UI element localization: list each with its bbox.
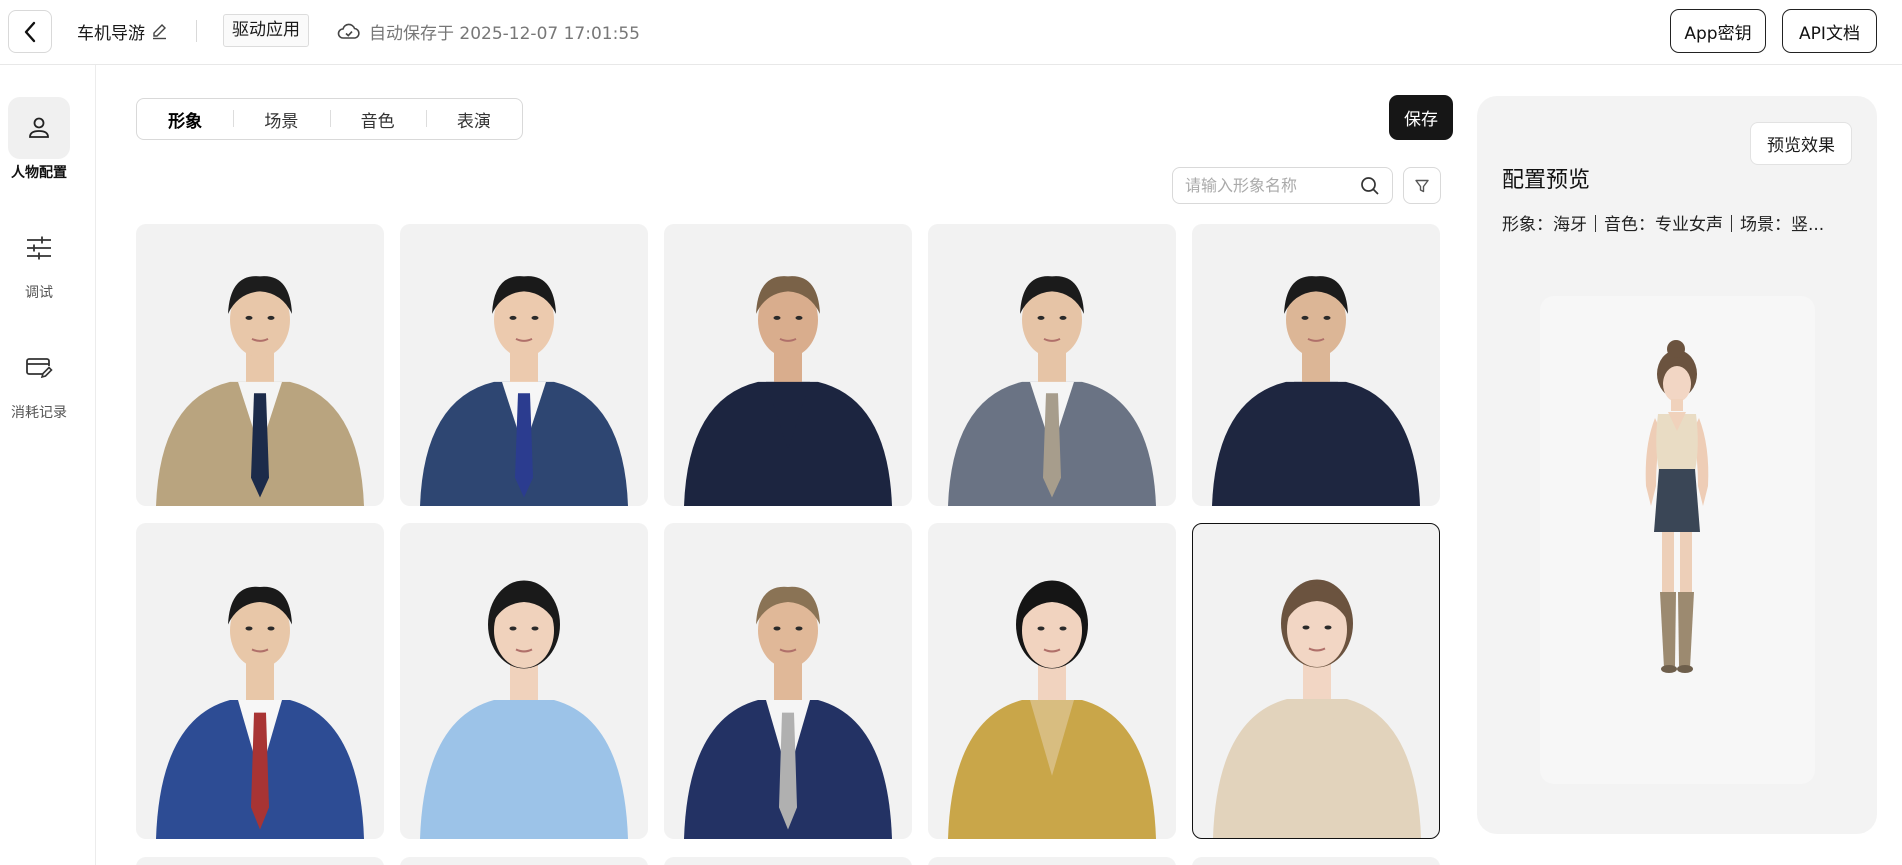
avatar-card[interactable] xyxy=(400,857,648,865)
avatar-portrait-image xyxy=(156,586,364,839)
tab-image[interactable]: 形象 xyxy=(137,107,233,132)
tab-performance[interactable]: 表演 xyxy=(425,107,522,132)
avatar-card[interactable] xyxy=(928,523,1176,839)
avatar-card[interactable] xyxy=(928,224,1176,506)
left-nav: 人物配置 调试 消耗记录 xyxy=(0,65,96,865)
save-button[interactable]: 保存 xyxy=(1389,95,1453,140)
avatar-card[interactable] xyxy=(1192,224,1440,506)
preview-image-label: 形象：海牙 xyxy=(1502,215,1587,235)
avatar-card[interactable] xyxy=(664,857,912,865)
avatar-portrait-image xyxy=(1212,276,1420,506)
nav-item-usage-records[interactable]: 消耗记录 xyxy=(0,337,78,422)
person-icon xyxy=(29,117,49,138)
avatar-portrait-image xyxy=(420,276,628,506)
config-tabs: 形象 场景 音色 表演 xyxy=(136,98,523,140)
api-doc-button[interactable]: API文档 xyxy=(1782,9,1877,53)
avatar-portrait-image xyxy=(420,580,628,839)
search-box xyxy=(1172,167,1393,204)
avatar-full-body-image xyxy=(1645,340,1709,673)
avatar-portrait-image xyxy=(948,276,1156,506)
filter-button[interactable] xyxy=(1403,167,1441,204)
nav-label: 调试 xyxy=(25,285,53,301)
card-edit-icon xyxy=(26,358,53,379)
avatar-card[interactable] xyxy=(1192,857,1440,865)
pencil-icon[interactable] xyxy=(151,23,168,40)
drive-app-tag[interactable]: 驱动应用 xyxy=(223,14,309,47)
project-name-label: 车机导游 xyxy=(77,24,145,44)
project-name[interactable]: 车机导游 xyxy=(77,19,168,44)
cloud-check-icon xyxy=(337,23,360,39)
tab-voice[interactable]: 音色 xyxy=(329,107,426,132)
preview-meta: 形象：海牙 音色：专业女声 场景：竖... xyxy=(1502,210,1842,235)
avatar-grid xyxy=(136,224,1441,865)
search-icon[interactable] xyxy=(1360,176,1380,196)
avatar-portrait-image xyxy=(684,276,892,506)
back-button[interactable] xyxy=(8,10,52,53)
nav-label: 人物配置 xyxy=(11,165,67,181)
avatar-card[interactable] xyxy=(136,857,384,865)
preview-stage xyxy=(1540,296,1815,784)
nav-label: 消耗记录 xyxy=(11,405,67,421)
avatar-card[interactable] xyxy=(664,224,912,506)
autosave-status: 自动保存于 2025-12-07 17:01:55 xyxy=(337,19,640,44)
avatar-card[interactable] xyxy=(136,523,384,839)
avatar-card[interactable] xyxy=(400,523,648,839)
avatar-portrait-image xyxy=(948,580,1156,839)
nav-item-character-config[interactable]: 人物配置 xyxy=(0,97,78,182)
avatar-card[interactable] xyxy=(1192,523,1440,839)
header-divider xyxy=(196,20,197,42)
sliders-icon xyxy=(27,236,51,260)
avatar-card[interactable] xyxy=(664,523,912,839)
preview-scene-label: 场景：竖... xyxy=(1740,215,1825,235)
search-input[interactable] xyxy=(1185,176,1360,195)
tab-scene[interactable]: 场景 xyxy=(233,107,329,132)
preview-title: 配置预览 xyxy=(1502,168,1591,193)
autosave-text: 自动保存于 2025-12-07 17:01:55 xyxy=(369,24,640,44)
filter-icon xyxy=(1415,179,1429,192)
avatar-portrait-image xyxy=(684,586,892,839)
avatar-card[interactable] xyxy=(928,857,1176,865)
top-bar: 车机导游 驱动应用 自动保存于 2025-12-07 17:01:55 App密… xyxy=(0,0,1902,65)
avatar-card[interactable] xyxy=(136,224,384,506)
preview-effect-button[interactable]: 预览效果 xyxy=(1750,122,1852,165)
app-key-button[interactable]: App密钥 xyxy=(1670,9,1766,53)
chevron-left-icon xyxy=(24,21,36,42)
preview-panel: 预览效果 配置预览 形象：海牙 音色：专业女声 场景：竖... xyxy=(1477,96,1877,834)
avatar-portrait-image xyxy=(1213,579,1421,838)
avatar-card[interactable] xyxy=(400,224,648,506)
nav-item-debug[interactable]: 调试 xyxy=(0,217,78,302)
preview-voice-label: 音色：专业女声 xyxy=(1604,215,1723,235)
avatar-portrait-image xyxy=(156,276,364,506)
